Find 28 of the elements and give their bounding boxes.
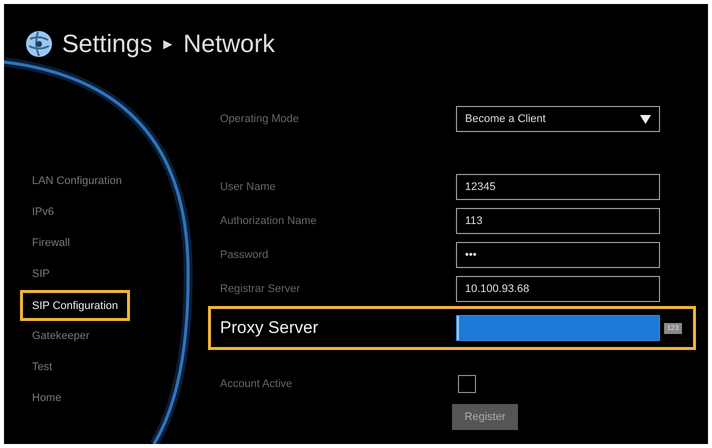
dropdown-caret-icon xyxy=(640,114,651,124)
sidebar-item[interactable]: SIP Configuration xyxy=(20,290,130,321)
field-label: Authorization Name xyxy=(219,215,318,227)
sidebar-item[interactable]: SIP xyxy=(20,259,62,290)
field-label: Password xyxy=(219,249,270,261)
field-label: User Name xyxy=(219,181,277,193)
input-field[interactable]: 12345 xyxy=(456,174,660,200)
field-label: Account Active xyxy=(219,378,294,390)
sidebar-item[interactable]: Home xyxy=(20,383,74,414)
sidebar-item[interactable]: Test xyxy=(20,352,64,383)
mode-dropdown[interactable]: Become a Client xyxy=(456,106,660,132)
input-field[interactable]: 10.100.93.68 xyxy=(456,276,660,302)
field-label: Operating Mode xyxy=(219,113,300,125)
sidebar-item[interactable]: Firewall xyxy=(20,228,82,259)
register-button[interactable]: Register xyxy=(452,404,518,430)
input-field[interactable]: ••• xyxy=(456,242,660,268)
breadcrumb-arrow: ► xyxy=(160,36,176,52)
input-field[interactable] xyxy=(456,315,660,341)
sidebar-item[interactable]: LAN Configuration xyxy=(20,166,134,197)
page-subtitle: Network xyxy=(183,30,275,58)
sidebar-item[interactable]: Gatekeeper xyxy=(20,321,102,352)
input-field[interactable]: 113 xyxy=(456,208,660,234)
page-title: Settings xyxy=(62,30,152,58)
checkbox[interactable] xyxy=(458,375,476,393)
field-label: Proxy Server xyxy=(219,318,320,338)
field-label: Registrar Server xyxy=(219,283,302,295)
globe-icon xyxy=(24,29,54,59)
sidebar-item[interactable]: IPv6 xyxy=(20,197,66,228)
